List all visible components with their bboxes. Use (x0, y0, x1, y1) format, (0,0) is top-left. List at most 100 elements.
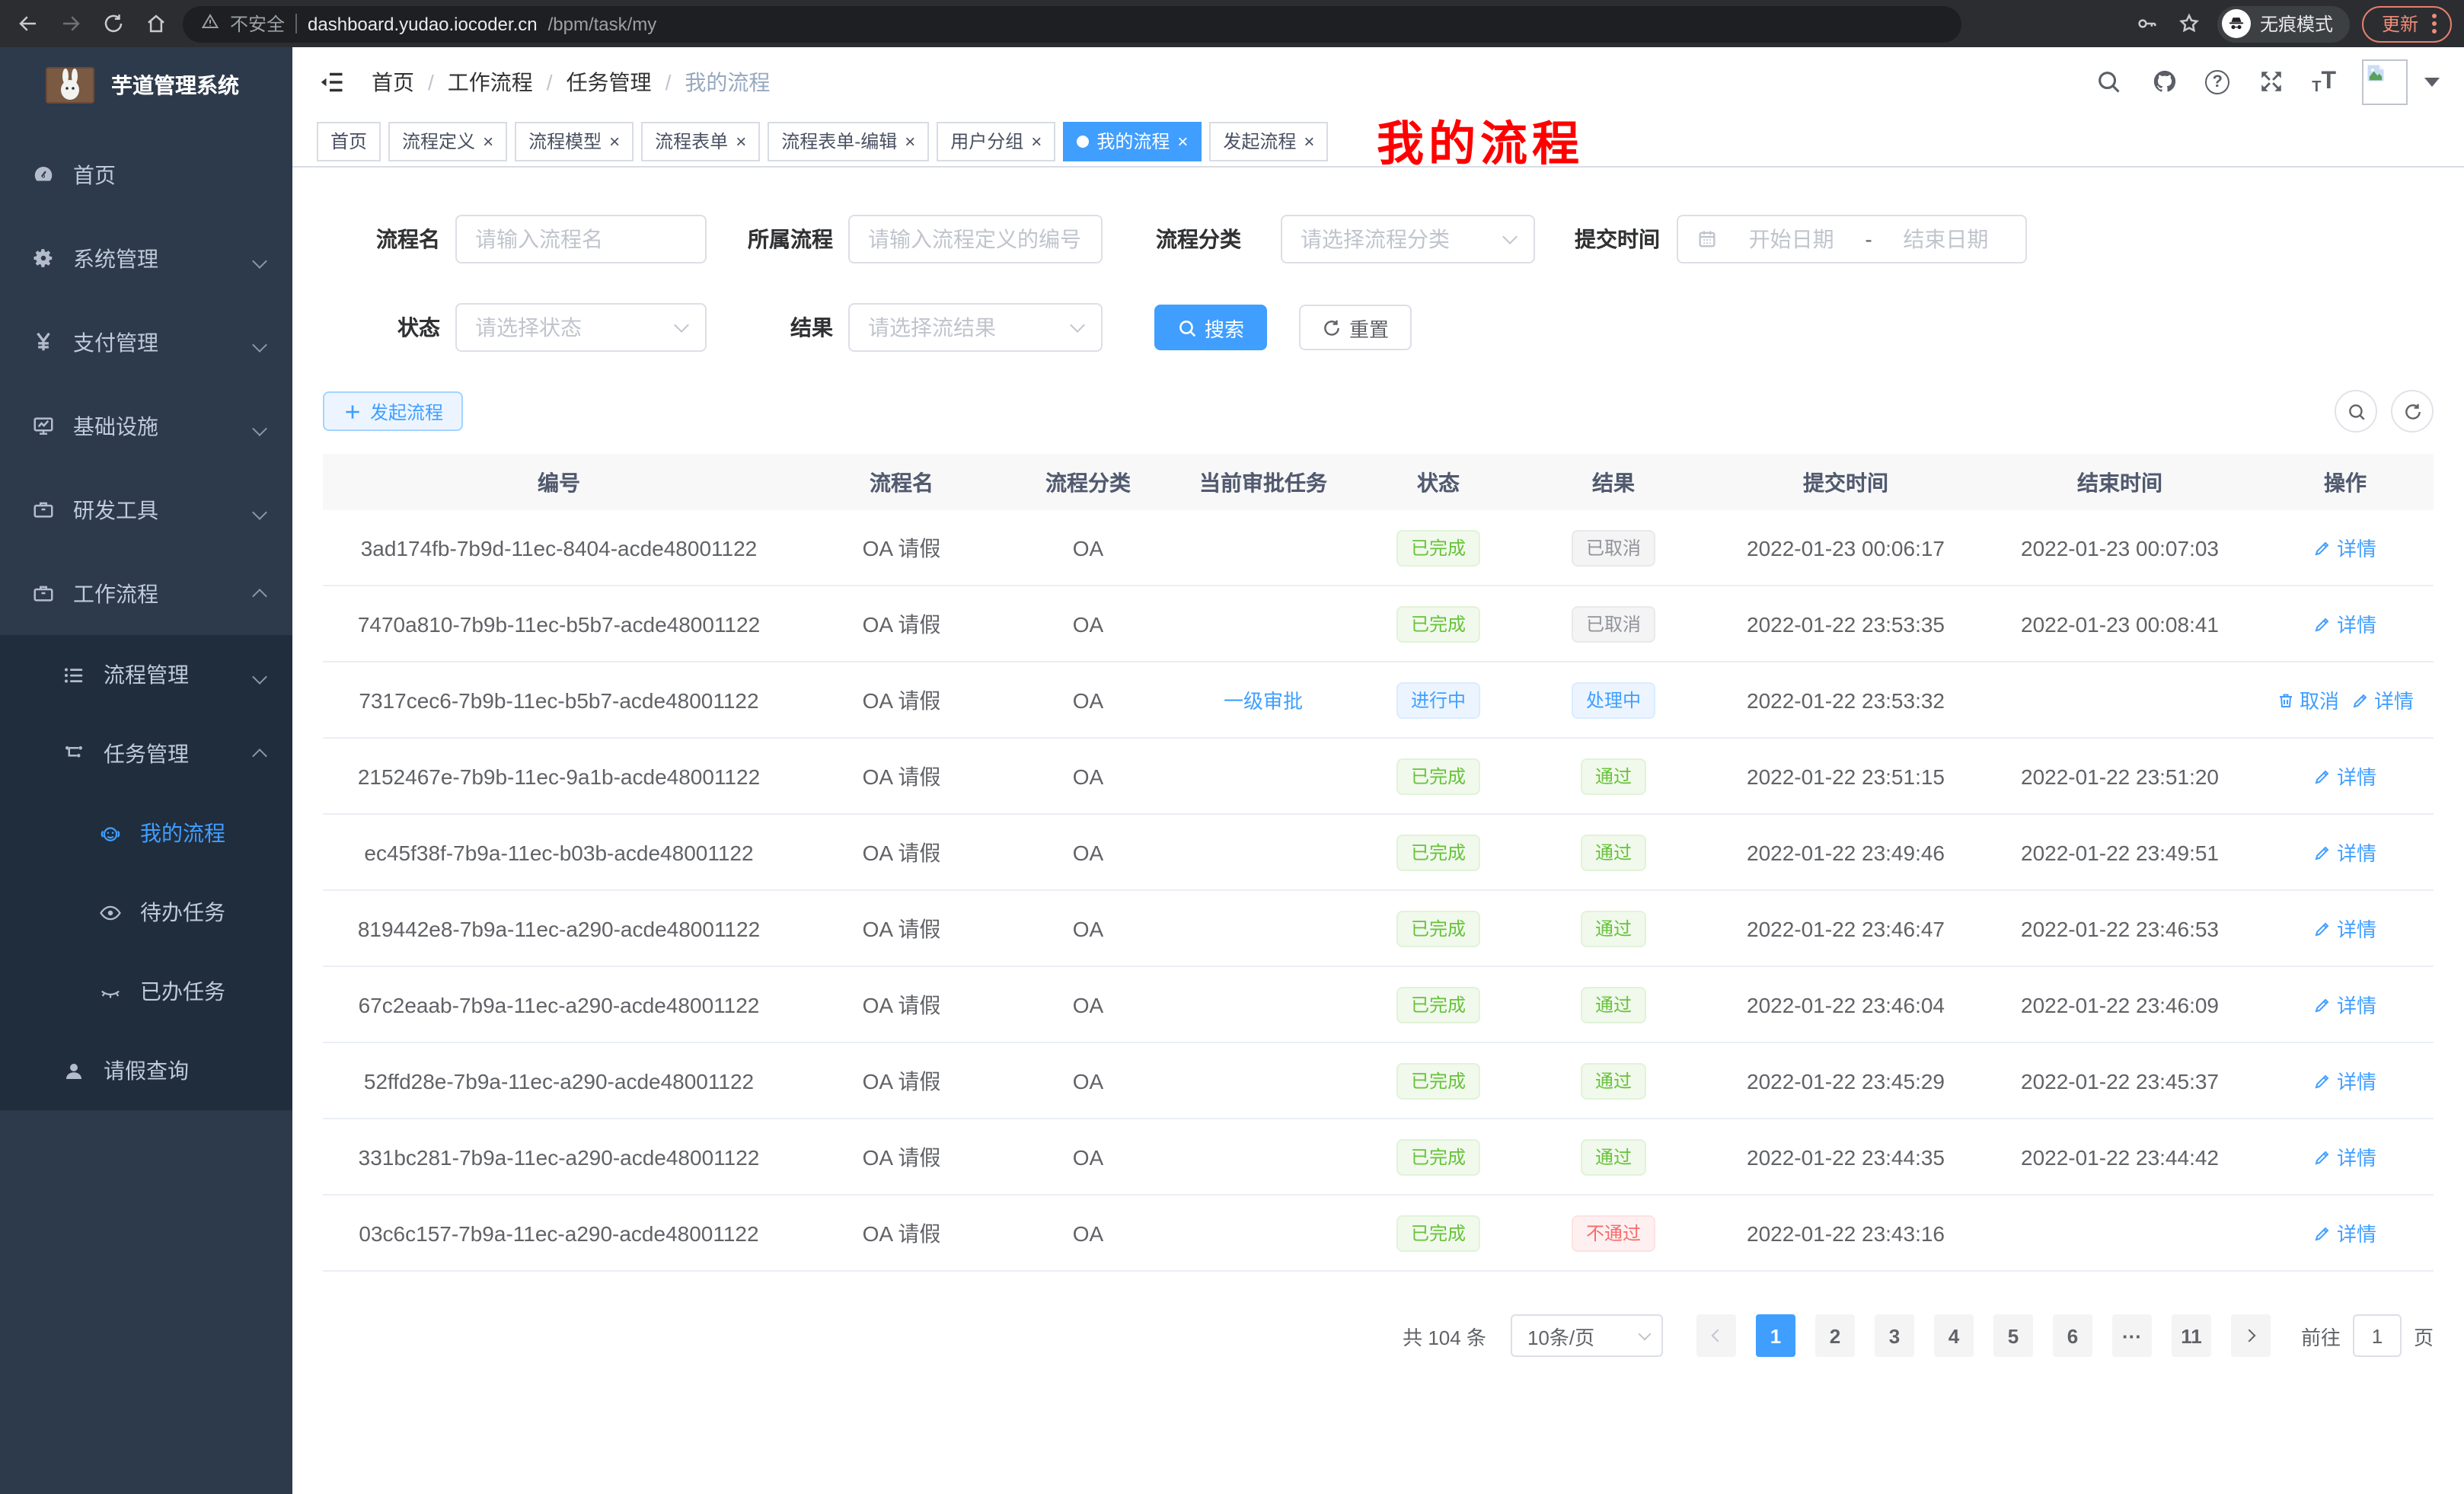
address-bar[interactable]: 不安全 dashboard.yudao.iocoder.cn/bpm/task/… (183, 5, 1961, 42)
page-buttons: 123456 ··· 11 (1696, 1314, 2271, 1357)
tab-用户分组[interactable]: 用户分组 × (937, 121, 1055, 161)
sidebar-item-流程管理[interactable]: 流程管理 (0, 635, 292, 714)
home-icon[interactable] (140, 8, 171, 39)
process-name-input[interactable] (455, 215, 707, 263)
close-icon[interactable]: × (1304, 132, 1314, 150)
sidebar-item-系统管理[interactable]: 系统管理 (0, 216, 292, 300)
close-icon[interactable]: × (1031, 132, 1042, 150)
tab-首页[interactable]: 首页 (317, 121, 381, 161)
tab-发起流程[interactable]: 发起流程× (1209, 121, 1328, 161)
sidebar-item-请假查询[interactable]: 请假查询 (0, 1031, 292, 1110)
task-link[interactable]: 一级审批 (1224, 685, 1303, 714)
avatar[interactable] (2362, 59, 2408, 104)
sidebar-item-任务管理[interactable]: 任务管理 (0, 714, 292, 793)
详情-action-link[interactable]: 详情 (2314, 533, 2376, 562)
breadcrumb-item[interactable]: 任务管理 (567, 66, 652, 97)
tab-流程表单[interactable]: 流程表单× (641, 121, 760, 161)
browser-menu-icon[interactable] (2432, 14, 2437, 34)
more-pages-button[interactable]: ··· (2112, 1314, 2152, 1357)
cell-submit-time: 2022-01-22 23:51:15 (1709, 764, 1983, 788)
action-label: 详情 (2337, 1142, 2376, 1171)
close-icon[interactable]: × (483, 132, 493, 150)
cell-category: OA (1008, 1144, 1168, 1169)
hide-search-icon[interactable] (2335, 390, 2377, 433)
page-size-select[interactable]: 10条/页 (1511, 1314, 1663, 1357)
result-select[interactable]: 请选择流结果 (848, 303, 1103, 352)
jump-page-input[interactable] (2353, 1314, 2402, 1357)
page-button-3[interactable]: 3 (1875, 1314, 1914, 1357)
next-page-button[interactable] (2231, 1314, 2271, 1357)
start-date[interactable]: 开始日期 (1730, 224, 1853, 254)
sidebar-item-已办任务[interactable]: 已办任务 (0, 952, 292, 1031)
page-button-2[interactable]: 2 (1815, 1314, 1855, 1357)
page-button-11[interactable]: 11 (2172, 1314, 2211, 1357)
reload-icon[interactable] (97, 8, 128, 39)
end-date[interactable]: 结束日期 (1885, 224, 2007, 254)
back-icon[interactable] (12, 8, 43, 39)
tab-label: 用户分组 (950, 128, 1023, 154)
详情-action-link[interactable]: 详情 (2314, 914, 2376, 943)
sidebar-item-基础设施[interactable]: 基础设施 (0, 384, 292, 468)
page-button-1[interactable]: 1 (1756, 1314, 1795, 1357)
security-label[interactable]: 不安全 (230, 11, 285, 37)
key-icon[interactable] (2132, 8, 2162, 39)
page-button-5[interactable]: 5 (1993, 1314, 2033, 1357)
tab-流程模型[interactable]: 流程模型× (515, 121, 634, 161)
sidebar-item-支付管理[interactable]: 支付管理 (0, 300, 292, 384)
详情-action-link[interactable]: 详情 (2314, 1142, 2376, 1171)
close-icon[interactable]: × (736, 132, 746, 150)
github-icon[interactable] (2149, 66, 2179, 97)
sidebar-item-我的流程[interactable]: 我的流程 (0, 793, 292, 873)
category-select[interactable]: 请选择流程分类 (1281, 215, 1535, 263)
column-header-流程名: 流程名 (795, 467, 1008, 497)
close-icon[interactable]: × (1177, 132, 1188, 150)
browser-update-button[interactable]: 更新 (2362, 5, 2452, 42)
cell-process-name: OA 请假 (795, 1141, 1008, 1172)
tab-流程表单-编辑[interactable]: 流程表单-编辑 × (768, 121, 929, 161)
详情-action-link[interactable]: 详情 (2314, 990, 2376, 1019)
date-range-picker[interactable]: 开始日期 - 结束日期 (1677, 215, 2027, 263)
forward-icon[interactable] (55, 8, 85, 39)
monitor-icon (30, 413, 55, 438)
font-size-icon[interactable]: TT (2312, 68, 2336, 95)
close-icon[interactable]: × (609, 132, 620, 150)
tab-label: 流程表单-编辑 (781, 128, 897, 154)
filter-category-label: 流程分类 (1103, 224, 1241, 254)
collapse-sidebar-icon[interactable] (317, 66, 347, 97)
close-icon[interactable]: × (905, 132, 915, 150)
edit-icon (2314, 995, 2332, 1014)
process-id-input[interactable] (848, 215, 1103, 263)
search-button[interactable]: 搜索 (1154, 305, 1267, 350)
status-select[interactable]: 请选择状态 (455, 303, 707, 352)
prev-page-button[interactable] (1696, 1314, 1736, 1357)
breadcrumb-item[interactable]: 首页 (372, 66, 414, 97)
app-logo[interactable]: 芋道管理系统 (0, 47, 292, 123)
result-badge: 通过 (1581, 910, 1645, 947)
page-button-4[interactable]: 4 (1934, 1314, 1974, 1357)
breadcrumb-item[interactable]: 工作流程 (448, 66, 533, 97)
filter-row-1: 流程名 所属流程 流程分类 请选择流程分类 提交时间 开始日期 - 结束日期 (323, 215, 2434, 263)
取消-action-link[interactable]: 取消 (2277, 685, 2339, 714)
tab-我的流程[interactable]: 我的流程× (1063, 121, 1202, 161)
reset-button[interactable]: 重置 (1299, 305, 1412, 350)
caret-down-icon[interactable] (2424, 77, 2440, 86)
sidebar-item-工作流程[interactable]: 工作流程 (0, 551, 292, 635)
详情-action-link[interactable]: 详情 (2351, 685, 2414, 714)
search-icon[interactable] (2092, 66, 2123, 97)
详情-action-link[interactable]: 详情 (2314, 838, 2376, 867)
sidebar-item-首页[interactable]: 首页 (0, 132, 292, 216)
tab-流程定义[interactable]: 流程定义× (388, 121, 507, 161)
cell-actions: 详情 (2257, 1142, 2434, 1171)
fullscreen-icon[interactable] (2255, 66, 2286, 97)
详情-action-link[interactable]: 详情 (2314, 761, 2376, 790)
sidebar-item-待办任务[interactable]: 待办任务 (0, 873, 292, 952)
详情-action-link[interactable]: 详情 (2314, 609, 2376, 638)
help-icon[interactable]: ? (2205, 69, 2229, 94)
star-icon[interactable] (2175, 8, 2205, 39)
详情-action-link[interactable]: 详情 (2314, 1066, 2376, 1095)
create-process-button[interactable]: 发起流程 (323, 391, 463, 431)
refresh-icon[interactable] (2391, 390, 2434, 433)
详情-action-link[interactable]: 详情 (2314, 1218, 2376, 1247)
page-button-6[interactable]: 6 (2053, 1314, 2092, 1357)
sidebar-item-研发工具[interactable]: 研发工具 (0, 468, 292, 551)
